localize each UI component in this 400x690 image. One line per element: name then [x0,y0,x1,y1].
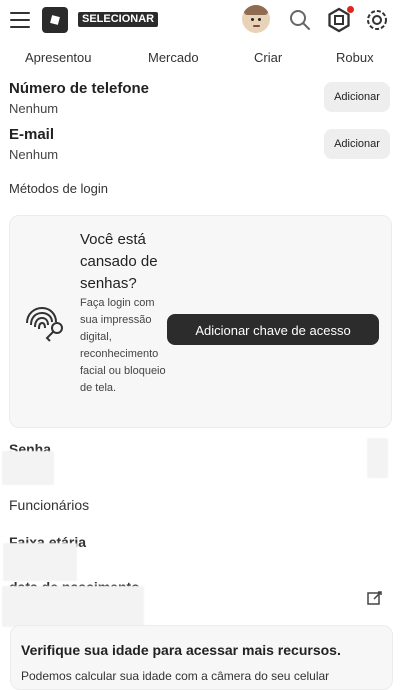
avatar[interactable] [242,5,270,33]
top-tabs: Apresentou Mercado Criar Robux [0,46,400,70]
tab-apresentou[interactable]: Apresentou [25,50,92,65]
add-phone-button[interactable]: Adicionar [324,82,390,112]
email-value: Nenhum [9,147,59,162]
add-passkey-button[interactable]: Adicionar chave de acesso [167,314,379,345]
edit-icon[interactable] [366,589,384,607]
search-icon[interactable] [287,7,313,33]
blurred-age-range [3,543,77,581]
phone-value: Nenhum [9,101,59,116]
passkey-description: Faça login com sua impressão digital, re… [80,297,166,394]
robux-icon[interactable] [326,6,354,33]
notification-dot [347,6,354,13]
login-methods-label: Métodos de login [9,181,109,196]
tab-robux[interactable]: Robux [336,50,374,65]
roblox-logo[interactable] [42,7,68,33]
passkey-title: Você está cansado de senhas? [80,231,158,292]
settings-icon[interactable] [364,7,390,33]
account-settings: Número de telefone Nenhum Adicionar E-ma… [0,72,400,690]
phone-title: Número de telefone [9,80,150,97]
passkey-card: Você está cansado de senhas? Faça login … [9,215,392,428]
blurred-password [2,451,54,485]
blurred-password-action [367,438,388,478]
tab-criar[interactable]: Criar [254,50,282,65]
email-title: E-mail [9,126,55,143]
employees-label[interactable]: Funcionários [9,497,89,513]
age-verification-card: Verifique sua idade para acessar mais re… [10,625,393,690]
tab-mercado[interactable]: Mercado [148,50,199,65]
fingerprint-key-icon [26,306,63,342]
blurred-birth-date [2,586,144,627]
verify-text: Podemos calcular sua idade com a câmera … [21,669,330,683]
menu-icon[interactable] [10,12,30,28]
verify-title: Verifique sua idade para acessar mais re… [21,642,341,658]
top-bar: SELECIONAR [0,0,400,40]
select-badge[interactable]: SELECIONAR [78,12,159,27]
add-email-button[interactable]: Adicionar [324,129,390,159]
